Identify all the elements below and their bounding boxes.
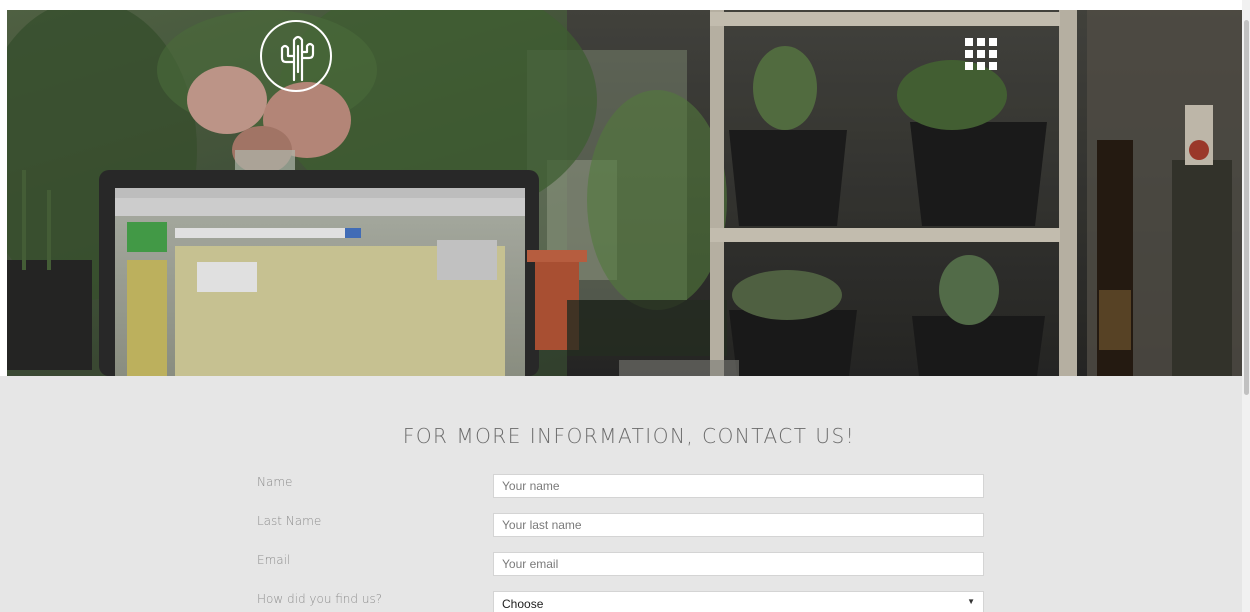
name-input[interactable] <box>493 474 984 498</box>
page-scrollbar[interactable] <box>1242 0 1250 612</box>
source-row: How did you find us? Choose ▼ <box>0 591 1242 612</box>
hero-photo <box>7 10 1242 376</box>
source-select[interactable]: Choose ▼ <box>493 591 984 612</box>
cactus-icon <box>280 35 315 82</box>
email-row: Email <box>0 552 1242 578</box>
hero-banner <box>7 10 1242 376</box>
cactus-logo-button[interactable] <box>260 20 332 92</box>
contact-section: FOR MORE INFORMATION, CONTACT US! Name L… <box>0 376 1242 612</box>
page: FOR MORE INFORMATION, CONTACT US! Name L… <box>0 0 1250 612</box>
scrollbar-thumb[interactable] <box>1244 20 1249 395</box>
last-name-label: Last Name <box>257 514 322 528</box>
email-input[interactable] <box>493 552 984 576</box>
source-label: How did you find us? <box>257 592 383 606</box>
last-name-input[interactable] <box>493 513 984 537</box>
name-label: Name <box>257 475 293 489</box>
last-name-row: Last Name <box>0 513 1242 539</box>
grid-icon[interactable] <box>965 38 999 72</box>
name-row: Name <box>0 474 1242 500</box>
email-label: Email <box>257 553 291 567</box>
caret-down-icon: ▼ <box>967 597 975 606</box>
contact-title: FOR MORE INFORMATION, CONTACT US! <box>402 424 856 448</box>
source-select-value: Choose <box>502 597 544 611</box>
